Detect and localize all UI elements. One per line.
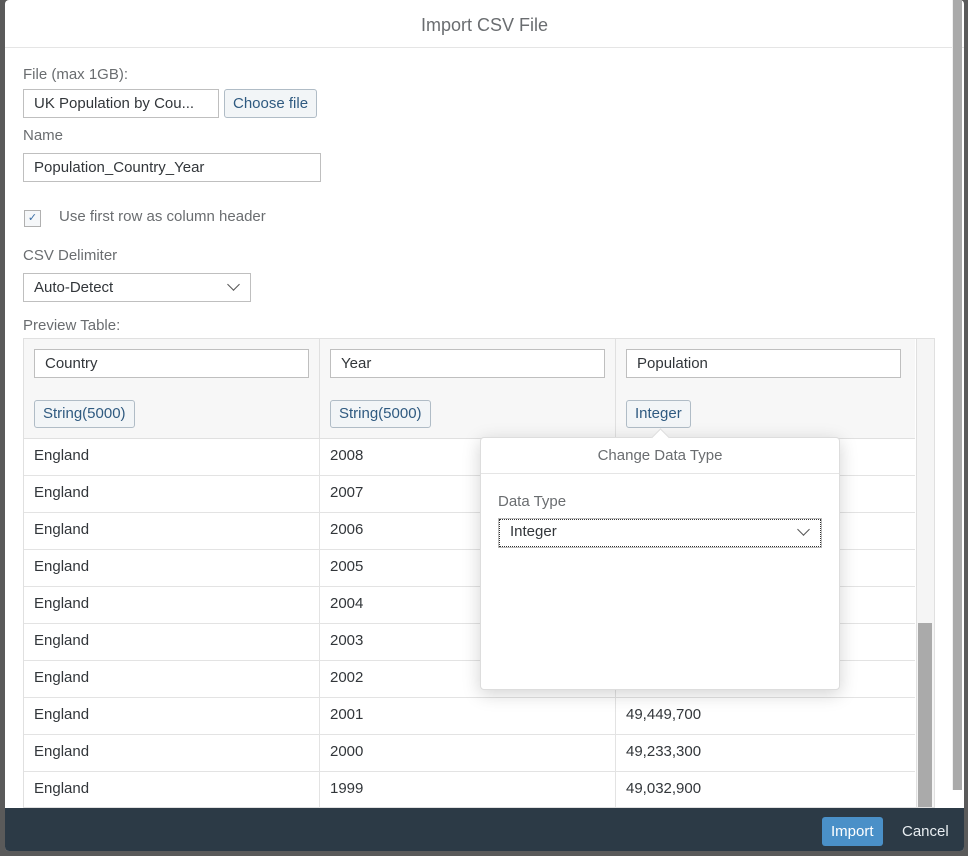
- table-cell: England: [24, 661, 320, 698]
- table-cell: England: [24, 772, 320, 807]
- table-cell: England: [24, 735, 320, 772]
- change-data-type-popover: Change Data Type Data Type Integer: [480, 437, 840, 690]
- table-header: Country String(5000) Year String(5000) Pop…: [24, 339, 915, 439]
- table-row: England 2001 49,449,700: [24, 698, 915, 735]
- import-button[interactable]: Import: [822, 817, 883, 846]
- name-label: Name: [23, 127, 64, 144]
- delimiter-select[interactable]: Auto-Detect: [23, 273, 251, 302]
- checkmark-icon: ✓: [27, 212, 38, 224]
- import-csv-dialog: Import CSV File File (max 1GB): UK Popul…: [5, 0, 964, 851]
- delimiter-value: Auto-Detect: [34, 279, 114, 296]
- dialog-title: Import CSV File: [5, 0, 964, 48]
- column-type-button[interactable]: Integer: [626, 400, 691, 428]
- table-cell: England: [24, 550, 320, 587]
- table-cell: England: [24, 698, 320, 735]
- table-cell: England: [24, 624, 320, 661]
- column-name-input[interactable]: Year: [330, 349, 605, 378]
- choose-file-button[interactable]: Choose file: [224, 89, 318, 118]
- table-cell: England: [24, 513, 320, 550]
- dialog-scrollbar-thumb[interactable]: [953, 0, 962, 790]
- column-name-input[interactable]: Population: [626, 349, 901, 378]
- preview-label: Preview Table:: [23, 317, 121, 334]
- table-cell: England: [24, 439, 320, 476]
- file-label: File (max 1GB):: [23, 66, 129, 83]
- file-input[interactable]: UK Population by Cou...: [23, 89, 219, 118]
- column-type-button[interactable]: String(5000): [34, 400, 135, 428]
- table-cell: England: [24, 476, 320, 513]
- table-cell: 2000: [320, 735, 616, 772]
- table-cell: 49,449,700: [626, 706, 702, 723]
- delimiter-label: CSV Delimiter: [23, 247, 118, 264]
- table-row: England 2000 49,233,300: [24, 735, 915, 772]
- name-input[interactable]: Population_Country_Year: [23, 153, 321, 182]
- popover-title: Change Data Type: [481, 438, 839, 474]
- header-checkbox-label: Use first row as column header: [59, 208, 266, 225]
- table-cell: 49,233,300: [626, 743, 702, 760]
- table-scrollbar-thumb[interactable]: [918, 623, 932, 807]
- chevron-down-icon: [227, 278, 240, 291]
- table-cell: England: [24, 587, 320, 624]
- column-name-input[interactable]: Country: [34, 349, 309, 378]
- table-cell: 49,032,900: [626, 780, 702, 797]
- data-type-label: Data Type: [498, 493, 567, 510]
- table-row: England 1999 49,032,900: [24, 772, 915, 807]
- column-type-button[interactable]: String(5000): [330, 400, 431, 428]
- data-type-select[interactable]: Integer: [498, 518, 822, 548]
- chevron-down-icon: [797, 523, 810, 536]
- table-cell: 2001: [320, 698, 616, 735]
- data-type-value: Integer: [510, 523, 557, 540]
- table-cell: 1999: [320, 772, 616, 807]
- dialog-footer: Import Cancel: [5, 808, 964, 851]
- header-checkbox[interactable]: ✓: [24, 210, 41, 227]
- cancel-button[interactable]: Cancel: [902, 817, 949, 846]
